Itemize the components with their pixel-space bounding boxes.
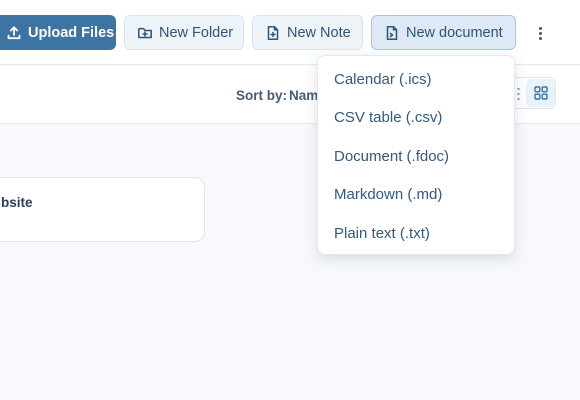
new-note-button[interactable]: New Note: [252, 15, 363, 50]
menu-item-document[interactable]: Document (.fdoc): [318, 137, 514, 176]
menu-item-calendar[interactable]: Calendar (.ics): [318, 60, 514, 99]
new-document-button[interactable]: New document: [371, 15, 516, 50]
file-card[interactable]: bsite: [0, 177, 205, 242]
new-document-dropdown: Calendar (.ics) CSV table (.csv) Documen…: [317, 55, 515, 255]
sort-label: Sort by:: [236, 88, 288, 103]
file-plus-icon: [386, 25, 398, 40]
new-document-label: New document: [406, 24, 503, 41]
grid-view-icon: [533, 86, 548, 100]
menu-item-csv-table[interactable]: CSV table (.csv): [318, 99, 514, 138]
upload-files-button[interactable]: Upload Files: [0, 15, 116, 50]
new-folder-label: New Folder: [159, 24, 234, 41]
grid-view-button[interactable]: [526, 79, 555, 107]
folder-plus-icon: [138, 27, 152, 38]
more-vertical-icon[interactable]: [528, 20, 552, 46]
new-folder-button[interactable]: New Folder: [124, 15, 244, 50]
file-plus-icon: [267, 25, 279, 40]
new-note-label: New Note: [287, 24, 351, 41]
menu-item-markdown[interactable]: Markdown (.md): [318, 176, 514, 215]
upload-files-label: Upload Files: [28, 24, 115, 41]
sort-select[interactable]: Nam: [289, 88, 318, 103]
file-card-title: bsite: [1, 195, 33, 210]
menu-item-plain-text[interactable]: Plain text (.txt): [318, 214, 514, 253]
upload-icon: [7, 25, 21, 39]
